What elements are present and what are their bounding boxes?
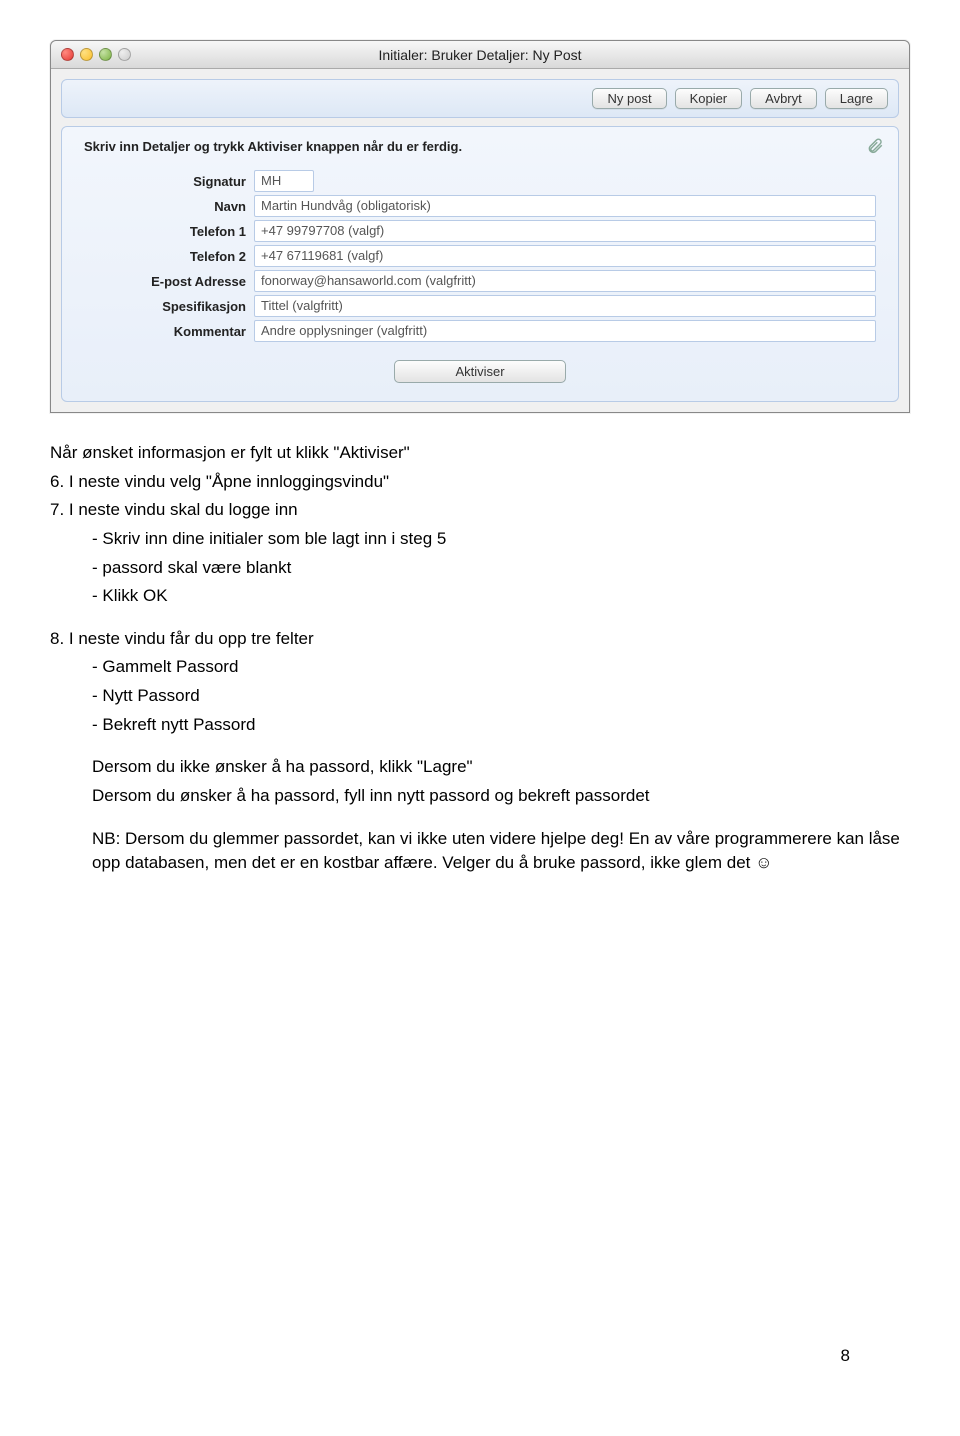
doc-line: 6. I neste vindu velg "Åpne innloggingsv… [50,470,910,495]
minimize-icon[interactable] [80,48,93,61]
label-spec: Spesifikasjon [84,299,254,314]
doc-sub: - Bekreft nytt Passord [50,713,910,738]
label-phone2: Telefon 2 [84,249,254,264]
form-panel: Skriv inn Detaljer og trykk Aktiviser kn… [61,126,899,402]
doc-sub: - Klikk OK [50,584,910,609]
doc-sub: - passord skal være blankt [50,556,910,581]
paperclip-icon[interactable] [866,137,884,159]
dialog-window: Initialer: Bruker Detaljer: Ny Post Ny p… [50,40,910,413]
doc-line: Når ønsket informasjon er fylt ut klikk … [50,441,910,466]
label-phone1: Telefon 1 [84,224,254,239]
save-button[interactable]: Lagre [825,88,888,109]
phone1-field[interactable]: +47 99797708 (valgf) [254,220,876,242]
titlebar: Initialer: Bruker Detaljer: Ny Post [51,41,909,69]
proxy-icon [118,48,131,61]
new-post-button[interactable]: Ny post [592,88,666,109]
doc-line: 8. I neste vindu får du opp tre felter [50,627,910,652]
zoom-icon[interactable] [99,48,112,61]
copy-button[interactable]: Kopier [675,88,743,109]
label-name: Navn [84,199,254,214]
doc-line: Dersom du ikke ønsker å ha passord, klik… [50,755,910,780]
doc-line: Dersom du ønsker å ha passord, fyll inn … [50,784,910,809]
page-number: 8 [50,1346,910,1366]
label-comment: Kommentar [84,324,254,339]
doc-line: NB: Dersom du glemmer passordet, kan vi … [50,827,910,876]
name-field[interactable]: Martin Hundvåg (obligatorisk) [254,195,876,217]
activate-button[interactable]: Aktiviser [394,360,565,383]
doc-sub: - Nytt Passord [50,684,910,709]
doc-line: 7. I neste vindu skal du logge inn [50,498,910,523]
toolbar: Ny post Kopier Avbryt Lagre [61,79,899,118]
doc-sub: - Skriv inn dine initialer som ble lagt … [50,527,910,552]
phone2-field[interactable]: +47 67119681 (valgf) [254,245,876,267]
label-email: E-post Adresse [84,274,254,289]
spec-field[interactable]: Tittel (valgfritt) [254,295,876,317]
comment-field[interactable]: Andre opplysninger (valgfritt) [254,320,876,342]
signature-field[interactable]: MH [254,170,314,192]
label-signature: Signatur [84,174,254,189]
doc-sub: - Gammelt Passord [50,655,910,680]
email-field[interactable]: fonorway@hansaworld.com (valgfritt) [254,270,876,292]
form-instruction: Skriv inn Detaljer og trykk Aktiviser kn… [84,139,876,154]
document-body: Når ønsket informasjon er fylt ut klikk … [50,441,910,876]
close-icon[interactable] [61,48,74,61]
window-title: Initialer: Bruker Detaljer: Ny Post [51,47,909,63]
cancel-button[interactable]: Avbryt [750,88,817,109]
